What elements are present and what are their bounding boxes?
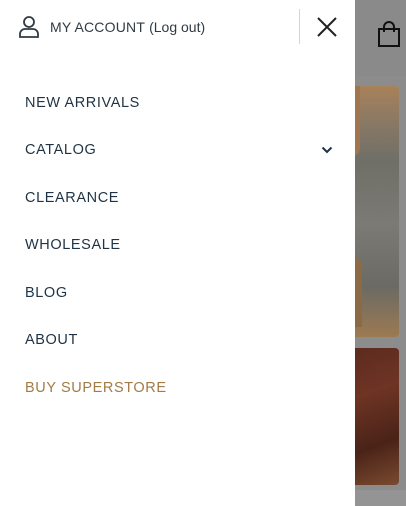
menu-item-label: BLOG xyxy=(25,285,68,301)
menu-item-blog[interactable]: BLOG xyxy=(0,273,355,313)
account-label: MY ACCOUNT xyxy=(50,19,146,35)
close-icon[interactable] xyxy=(315,15,339,39)
menu-item-label: BUY SUPERSTORE xyxy=(25,380,167,396)
drawer-header: MY ACCOUNT (Log out) xyxy=(0,0,355,54)
menu-item-clearance[interactable]: CLEARANCE xyxy=(0,178,355,218)
menu-item-wholesale[interactable]: WHOLESALE xyxy=(0,225,355,265)
account-link[interactable]: MY ACCOUNT (Log out) xyxy=(18,15,205,39)
menu-item-buy-superstore[interactable]: BUY SUPERSTORE xyxy=(0,368,355,408)
menu-item-label: ABOUT xyxy=(25,332,78,348)
shopping-bag-icon[interactable] xyxy=(376,21,402,49)
menu-item-about[interactable]: ABOUT xyxy=(0,320,355,360)
menu-item-label: CLEARANCE xyxy=(25,190,120,206)
menu-item-label: NEW ARRIVALS xyxy=(25,95,140,111)
menu-item-label: WHOLESALE xyxy=(25,237,121,253)
navigation-drawer: MY ACCOUNT (Log out) NEW ARRIVALS CATALO… xyxy=(0,0,355,506)
user-icon xyxy=(18,15,40,39)
chevron-down-icon[interactable] xyxy=(320,143,334,157)
logout-link[interactable]: (Log out) xyxy=(149,19,205,35)
header-divider xyxy=(299,9,300,44)
menu-item-new-arrivals[interactable]: NEW ARRIVALS xyxy=(0,83,355,123)
menu-item-catalog[interactable]: CATALOG xyxy=(0,130,355,170)
menu-item-label: CATALOG xyxy=(25,142,97,158)
